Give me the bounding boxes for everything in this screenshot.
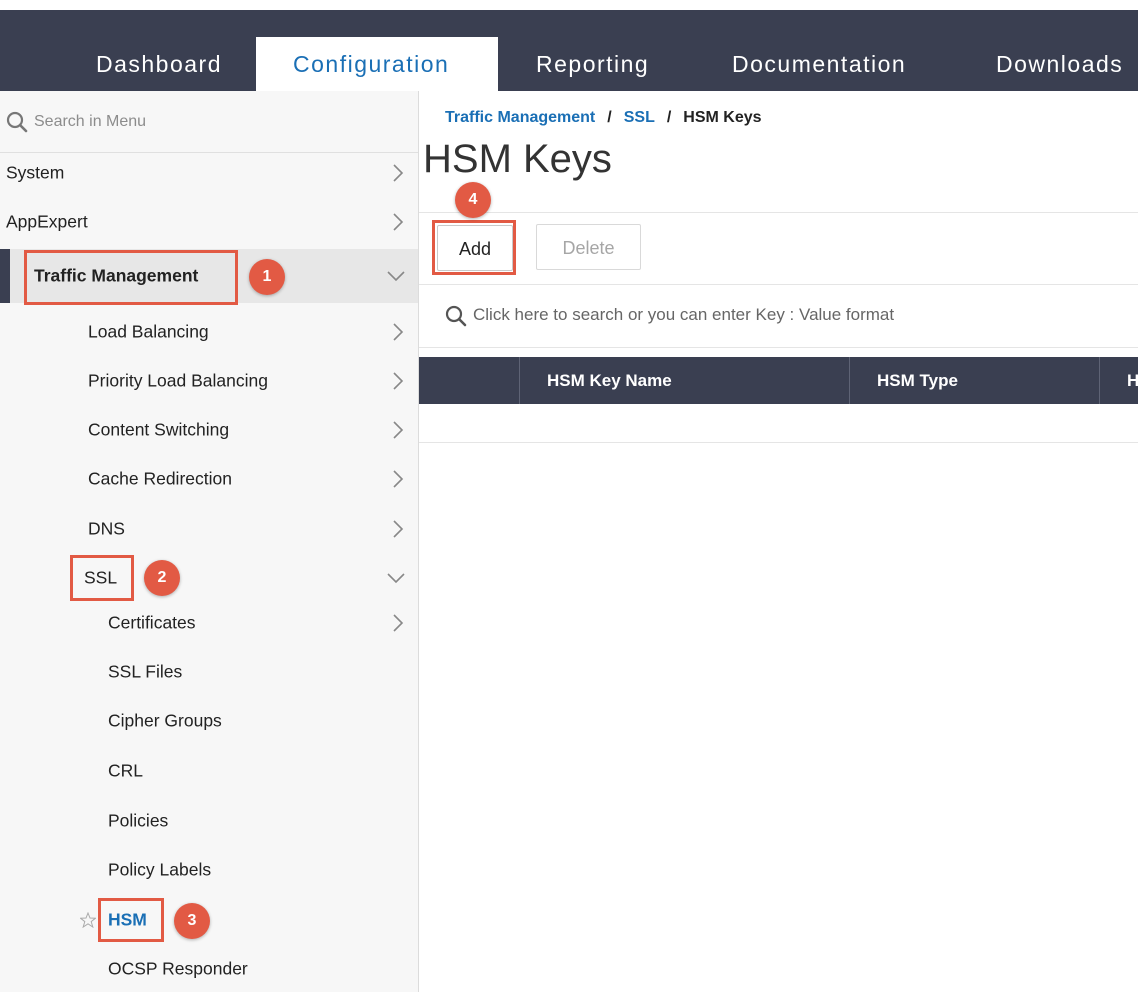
- chevron-right-icon: [393, 323, 404, 341]
- sidebar-item-label: System: [6, 162, 65, 183]
- top-strip: [0, 0, 1138, 10]
- search-icon: [6, 111, 28, 133]
- breadcrumb-separator: /: [666, 109, 672, 126]
- delete-button[interactable]: Delete: [536, 224, 641, 270]
- chevron-right-icon: [393, 372, 404, 390]
- sidebar-item-label: CRL: [108, 760, 144, 781]
- sidebar-item-label: AppExpert: [6, 211, 88, 232]
- sidebar-item-label: Load Balancing: [88, 321, 209, 342]
- chevron-right-icon: [393, 213, 404, 231]
- star-icon[interactable]: [80, 912, 96, 928]
- tab-documentation[interactable]: Documentation: [732, 37, 906, 91]
- table-search-input[interactable]: Click here to search or you can enter Ke…: [419, 284, 1138, 348]
- callout-badge-1: 1: [249, 259, 285, 295]
- column-divider: [849, 357, 850, 404]
- highlight-box-add: [432, 220, 516, 275]
- search-icon: [445, 305, 467, 327]
- callout-badge-2: 2: [144, 560, 180, 596]
- table-header: HSM Key Name HSM Type H: [419, 357, 1138, 404]
- tab-dashboard[interactable]: Dashboard: [64, 37, 254, 91]
- menu-search-placeholder: Search in Menu: [34, 113, 147, 130]
- sidebar-item-cache-redirection[interactable]: Cache Redirection: [0, 455, 418, 503]
- sidebar-item-dns[interactable]: DNS: [0, 505, 418, 553]
- breadcrumb-separator: /: [607, 109, 612, 126]
- column-header-hsm-key-name[interactable]: HSM Key Name: [547, 357, 672, 404]
- sidebar-item-priority-load-balancing[interactable]: Priority Load Balancing: [0, 357, 418, 405]
- tab-configuration[interactable]: Configuration: [256, 37, 498, 91]
- page-title: HSM Keys: [423, 137, 612, 181]
- sidebar-item-label: Policy Labels: [108, 859, 212, 880]
- main-content: Traffic Management / SSL / HSM Keys HSM Keys…: [419, 91, 1138, 992]
- menu-search[interactable]: Search in Menu: [0, 91, 418, 153]
- sidebar-item-label: Certificates: [108, 612, 196, 633]
- breadcrumb-ssl[interactable]: SSL: [624, 109, 655, 126]
- sidebar-item-label: Policies: [108, 810, 169, 831]
- sidebar-item-label: OCSP Responder: [108, 958, 248, 979]
- breadcrumb: Traffic Management / SSL / HSM Keys: [445, 109, 762, 127]
- table-search-placeholder: Click here to search or you can enter Ke…: [473, 305, 895, 324]
- sidebar-item-label: Content Switching: [88, 419, 230, 440]
- chevron-down-icon: [387, 271, 405, 282]
- toolbar-divider: [419, 212, 1138, 213]
- chevron-right-icon: [393, 421, 404, 439]
- sidebar-item-crl[interactable]: CRL: [0, 747, 418, 795]
- sidebar-item-label: Priority Load Balancing: [88, 370, 268, 391]
- chevron-right-icon: [393, 614, 404, 632]
- sidebar-item-load-balancing[interactable]: Load Balancing: [0, 308, 418, 356]
- table-empty-row: [419, 404, 1138, 443]
- highlight-box-hsm: [98, 898, 164, 942]
- highlight-box-ssl: [70, 555, 134, 601]
- sidebar-item-policy-labels[interactable]: Policy Labels: [0, 846, 418, 894]
- sidebar-item-certificates[interactable]: Certificates: [0, 599, 418, 647]
- top-nav: Dashboard Configuration Reporting Docume…: [0, 10, 1138, 91]
- callout-badge-4: 4: [455, 182, 491, 218]
- sidebar-item-policies[interactable]: Policies: [0, 797, 418, 845]
- sidebar-item-content-switching[interactable]: Content Switching: [0, 406, 418, 454]
- sidebar-item-label: DNS: [88, 518, 125, 539]
- chevron-right-icon: [393, 470, 404, 488]
- tab-downloads[interactable]: Downloads: [996, 37, 1123, 91]
- highlight-box-traffic-management: [24, 250, 238, 305]
- sidebar-item-system[interactable]: System: [0, 149, 418, 197]
- breadcrumb-traffic-management[interactable]: Traffic Management: [445, 109, 595, 126]
- chevron-down-icon: [387, 573, 405, 584]
- breadcrumb-current: HSM Keys: [683, 109, 762, 126]
- callout-badge-3: 3: [174, 903, 210, 939]
- column-divider: [1099, 357, 1100, 404]
- column-header-truncated[interactable]: H: [1127, 357, 1138, 404]
- sidebar-item-appexpert[interactable]: AppExpert: [0, 198, 418, 246]
- sidebar-item-ssl[interactable]: SSL: [0, 554, 418, 602]
- sidebar-item-label: SSL Files: [108, 661, 183, 682]
- column-divider: [519, 357, 520, 404]
- sidebar-item-label: Cache Redirection: [88, 468, 232, 489]
- column-header-hsm-type[interactable]: HSM Type: [877, 357, 958, 404]
- tab-reporting[interactable]: Reporting: [536, 37, 649, 91]
- chevron-right-icon: [393, 520, 404, 538]
- sidebar-item-cipher-groups[interactable]: Cipher Groups: [0, 697, 418, 745]
- sidebar: Search in Menu System AppExpert Traffic …: [0, 91, 419, 992]
- sidebar-item-ocsp-responder[interactable]: OCSP Responder: [0, 945, 418, 992]
- chevron-right-icon: [393, 164, 404, 182]
- sidebar-item-ssl-files[interactable]: SSL Files: [0, 648, 418, 696]
- sidebar-item-label: Cipher Groups: [108, 710, 222, 731]
